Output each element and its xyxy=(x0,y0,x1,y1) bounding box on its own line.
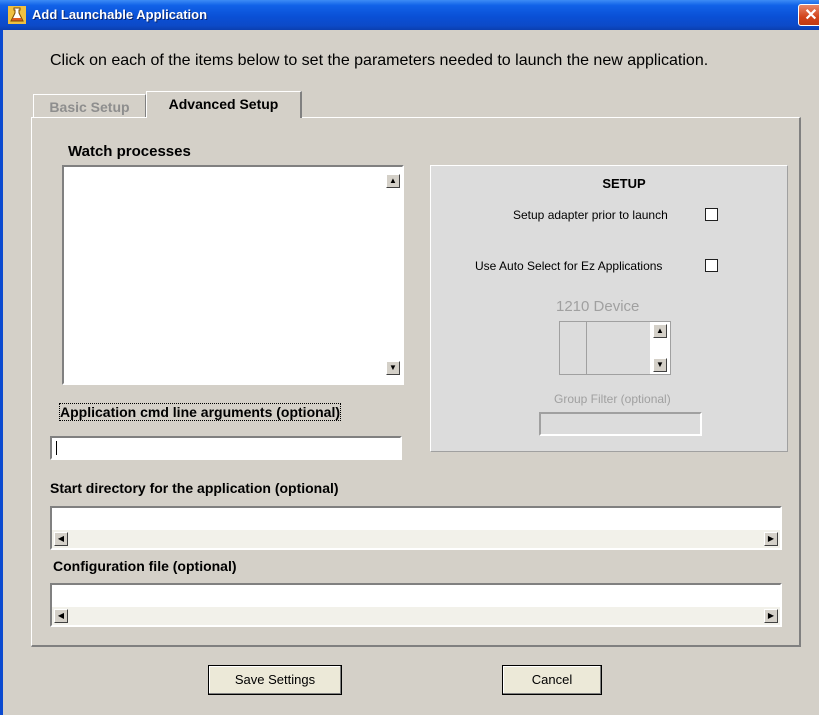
watch-processes-list[interactable]: ▲ ▼ xyxy=(62,165,404,385)
window-border xyxy=(0,30,3,715)
scroll-left-icon[interactable]: ◀ xyxy=(54,609,68,623)
config-file-input[interactable]: ◀ ▶ xyxy=(50,583,782,627)
close-icon: ✕ xyxy=(804,7,818,24)
device-label: 1210 Device xyxy=(556,298,640,315)
start-dir-label: Start directory for the application (opt… xyxy=(50,480,339,496)
config-file-label: Configuration file (optional) xyxy=(53,558,237,574)
group-filter-label: Group Filter (optional) xyxy=(554,392,671,406)
device-scroll-up-icon[interactable]: ▲ xyxy=(653,324,667,338)
save-settings-button[interactable]: Save Settings xyxy=(208,665,342,695)
title-bar[interactable]: Add Launchable Application ✕ xyxy=(0,0,819,30)
setup-adapter-checkbox[interactable] xyxy=(705,208,718,221)
flask-icon xyxy=(8,6,26,24)
tab-advanced-setup[interactable]: Advanced Setup xyxy=(146,91,302,118)
group-filter-input[interactable] xyxy=(539,412,702,436)
auto-select-label: Use Auto Select for Ez Applications xyxy=(475,259,663,273)
config-file-scrollbar[interactable]: ◀ ▶ xyxy=(52,607,780,625)
tab-basic-setup[interactable]: Basic Setup xyxy=(33,94,146,118)
window-title: Add Launchable Application xyxy=(32,7,208,22)
instruction-text: Click on each of the items below to set … xyxy=(50,52,709,69)
auto-select-checkbox[interactable] xyxy=(705,259,718,272)
watch-processes-label: Watch processes xyxy=(68,143,191,160)
scroll-right-icon[interactable]: ▶ xyxy=(764,609,778,623)
device-divider xyxy=(586,322,587,374)
cancel-button[interactable]: Cancel xyxy=(502,665,602,695)
close-button[interactable]: ✕ xyxy=(798,4,819,26)
scroll-up-icon[interactable]: ▲ xyxy=(386,174,400,188)
device-scroll-down-icon[interactable]: ▼ xyxy=(653,358,667,372)
device-scrollbar[interactable]: ▲ ▼ xyxy=(650,322,670,374)
cmd-args-label: Application cmd line arguments (optional… xyxy=(58,403,342,421)
setup-group: SETUP Setup adapter prior to launch Use … xyxy=(430,165,788,452)
start-dir-input[interactable]: ◀ ▶ xyxy=(50,506,782,550)
cmd-args-input[interactable] xyxy=(50,436,402,460)
scroll-down-icon[interactable]: ▼ xyxy=(386,361,400,375)
dialog-window: Add Launchable Application ✕ Click on ea… xyxy=(0,0,819,715)
start-dir-scrollbar[interactable]: ◀ ▶ xyxy=(52,530,780,548)
setup-title: SETUP xyxy=(602,176,646,191)
scroll-left-icon[interactable]: ◀ xyxy=(54,532,68,546)
scroll-right-icon[interactable]: ▶ xyxy=(764,532,778,546)
device-list[interactable]: ▲ ▼ xyxy=(559,321,671,375)
setup-adapter-label: Setup adapter prior to launch xyxy=(513,208,668,222)
text-caret xyxy=(56,441,57,455)
